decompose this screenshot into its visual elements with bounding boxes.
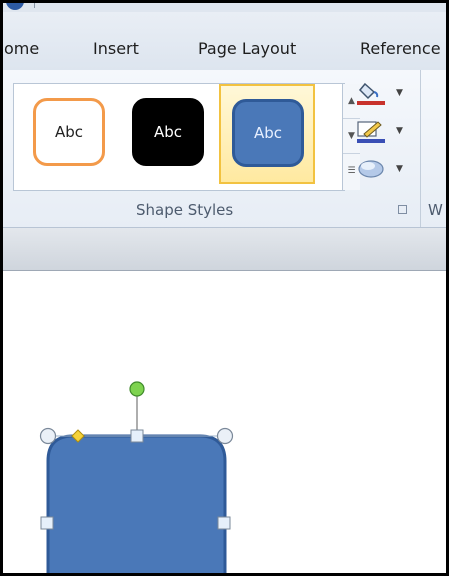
paint-bucket-icon — [357, 82, 385, 105]
shape-style-orange-outline[interactable]: Abc — [33, 98, 105, 166]
document-canvas — [0, 271, 449, 576]
shape-styles-group-label: Shape Styles — [136, 201, 234, 219]
shape-effects-icon — [358, 160, 384, 178]
pencil-outline-icon — [357, 121, 385, 143]
dropdown-arrow-icon: ▼ — [396, 126, 403, 136]
office-button[interactable] — [6, 0, 24, 10]
chevron-down-icon: ▼ — [348, 131, 355, 141]
ruler-strip — [0, 228, 449, 271]
tab-page-layout[interactable]: Page Layout — [198, 39, 296, 58]
next-group-label: W — [428, 201, 443, 219]
shape-fill-button[interactable]: ▼ — [356, 80, 410, 106]
shape-style-black[interactable]: Abc — [132, 98, 204, 166]
ribbon-tabs: ome Insert Page Layout Reference — [0, 12, 449, 72]
title-separator — [34, 0, 35, 8]
rotation-handle[interactable] — [129, 381, 145, 397]
selected-shape[interactable] — [0, 271, 449, 576]
style-label: Abc — [54, 123, 84, 141]
shape-style-blue[interactable]: Abc — [232, 99, 304, 167]
resize-handle-top-right[interactable] — [216, 427, 234, 445]
tab-insert[interactable]: Insert — [93, 39, 139, 58]
shape-outline-button[interactable]: ▼ — [356, 118, 410, 144]
chevron-up-icon: ▲ — [348, 96, 355, 106]
ribbon-body: Abc Abc Abc ▲ ▼ ☰ ▼ ▼ ▼ Shape Styles W — [0, 70, 449, 228]
shape-styles-gallery: Abc Abc Abc ▲ ▼ ☰ — [13, 83, 360, 191]
tab-home[interactable]: ome — [4, 39, 39, 58]
tab-references[interactable]: Reference — [360, 39, 441, 58]
resize-handle-top-left[interactable] — [39, 427, 57, 445]
dropdown-arrow-icon: ▼ — [396, 88, 403, 98]
resize-handle-left[interactable] — [40, 516, 54, 530]
shape-effects-button[interactable]: ▼ — [356, 156, 410, 182]
dialog-launcher-icon[interactable] — [398, 205, 407, 214]
dropdown-arrow-icon: ▼ — [396, 164, 403, 174]
group-separator — [420, 70, 421, 227]
style-label: Abc — [153, 123, 183, 141]
more-icon: ☰ — [347, 166, 356, 176]
resize-handle-top[interactable] — [130, 429, 144, 443]
resize-handle-right[interactable] — [217, 516, 231, 530]
style-label: Abc — [253, 124, 283, 142]
